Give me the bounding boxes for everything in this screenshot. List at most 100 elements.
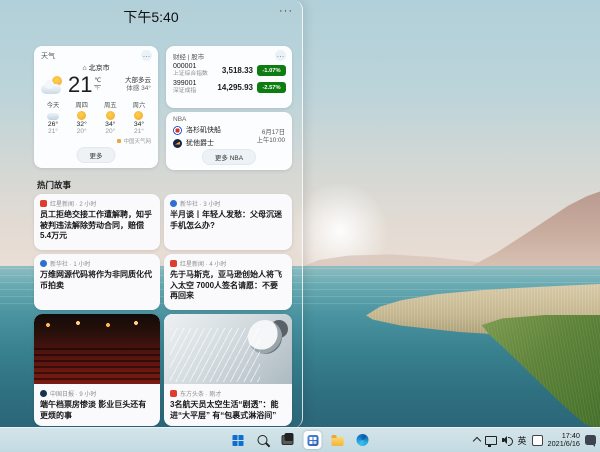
forecast-day-label: 今天 bbox=[41, 100, 65, 109]
volume-icon[interactable] bbox=[502, 436, 513, 445]
taskbar: 英 17:40 2021/6/16 bbox=[0, 427, 600, 452]
forecast-day[interactable]: 今天 26° 21° bbox=[41, 100, 65, 135]
widgets-panel: 下午5:40 ··· 天气 … ⌂ 北京市 21 ℃ ℉ bbox=[0, 0, 303, 428]
stock-change-badge: -2.57% bbox=[257, 82, 286, 93]
weather-widget[interactable]: 天气 … ⌂ 北京市 21 ℃ ℉ 大部多云 体感 34° bbox=[34, 46, 158, 168]
news-meta: 红星新闻 · 2 小时 bbox=[50, 199, 96, 208]
sunny-icon bbox=[77, 111, 86, 120]
news-card[interactable]: 中国日报 · 9 小时 端午档票房惨淡 影业巨头还有更烦的事 bbox=[34, 314, 160, 426]
windows-logo-icon bbox=[232, 435, 243, 446]
finance-title: 财经 | 股市 bbox=[173, 51, 204, 61]
edge-icon bbox=[357, 434, 369, 446]
stock-name: 上证综合指数 bbox=[173, 71, 208, 78]
clippers-logo-icon bbox=[173, 126, 182, 135]
news-meta: 新华社 · 3 小时 bbox=[180, 199, 220, 208]
redstar-news-icon bbox=[40, 200, 47, 207]
nba-widget[interactable]: NBA 洛杉矶快船 犹他爵士 6月17日 上午10:00 更 bbox=[166, 112, 292, 170]
cloudy-icon bbox=[47, 113, 59, 120]
notification-icon[interactable] bbox=[585, 435, 596, 445]
dongfang-toutiao-icon bbox=[170, 390, 177, 397]
fahrenheit-unit[interactable]: ℉ bbox=[94, 86, 101, 93]
feels-like: 体感 34° bbox=[125, 85, 151, 94]
news-headline[interactable]: 员工拒绝交接工作遭解聘，知乎被判违法解除劳动合同，赔偿5.4万元 bbox=[40, 210, 154, 242]
widgets-icon bbox=[307, 435, 318, 446]
nba-game-time: 上午10:00 bbox=[257, 137, 285, 145]
search-button[interactable] bbox=[254, 431, 272, 449]
folder-icon bbox=[332, 437, 344, 446]
news-meta: 东方头条 · 刚才 bbox=[180, 389, 221, 398]
news-card[interactable]: 新华社 · 3 小时 半月谈丨年轻人发愁：父母沉迷手机怎么办? bbox=[164, 194, 292, 250]
stock-row[interactable]: 399001 深证成指 14,295.93 -2.57% bbox=[166, 79, 292, 96]
jazz-logo-icon bbox=[173, 139, 182, 148]
stock-name: 深证成指 bbox=[173, 88, 196, 95]
home-icon: ⌂ bbox=[82, 65, 86, 72]
stock-change-badge: -1.07% bbox=[257, 65, 286, 76]
panel-more-button[interactable]: ··· bbox=[279, 4, 293, 18]
ime-language-indicator[interactable]: 英 bbox=[518, 434, 527, 447]
news-meta: 红星新闻 · 4 小时 bbox=[180, 259, 226, 268]
nba-team-row: 洛杉矶快船 bbox=[173, 125, 221, 135]
xinhua-icon bbox=[40, 260, 47, 267]
tray-clock[interactable]: 17:40 2021/6/16 bbox=[548, 432, 580, 449]
weather-provider-icon bbox=[117, 139, 121, 143]
forecast-low: 21° bbox=[41, 128, 65, 135]
task-view-icon bbox=[282, 435, 294, 445]
widgets-button[interactable] bbox=[304, 431, 322, 449]
news-card[interactable]: 新华社 · 1 小时 万维网源代码将作为非同质化代币拍卖 bbox=[34, 254, 160, 310]
stock-row[interactable]: 000001 上证综合指数 3,518.33 -1.07% bbox=[166, 62, 292, 79]
forecast-day-label: 周六 bbox=[127, 100, 151, 109]
ime-mode-icon[interactable] bbox=[532, 435, 543, 446]
finance-widget[interactable]: 财经 | 股市 … 000001 上证综合指数 3,518.33 -1.07% … bbox=[166, 46, 292, 108]
news-photo-cinema bbox=[34, 314, 160, 384]
nba-team-row: 犹他爵士 bbox=[173, 138, 221, 148]
hidden-icons-chevron[interactable] bbox=[472, 437, 480, 445]
news-meta: 新华社 · 1 小时 bbox=[50, 259, 90, 268]
nba-title: NBA bbox=[166, 112, 292, 123]
forecast-high: 26° bbox=[41, 121, 65, 128]
news-headline[interactable]: 万维网源代码将作为非同质化代币拍卖 bbox=[40, 270, 154, 291]
sunny-icon bbox=[134, 111, 143, 120]
file-explorer-button[interactable] bbox=[329, 431, 347, 449]
news-photo-shower bbox=[164, 314, 292, 384]
tray-date: 2021/6/16 bbox=[548, 440, 580, 449]
news-headline[interactable]: 半月谈丨年轻人发愁：父母沉迷手机怎么办? bbox=[170, 210, 286, 231]
news-card[interactable]: 东方头条 · 刚才 3名航天员太空生活“剧透”：能进“大平层” 有“包裹式淋浴间… bbox=[164, 314, 292, 426]
edge-button[interactable] bbox=[354, 431, 372, 449]
forecast-day[interactable]: 周五 34° 20° bbox=[98, 100, 122, 135]
news-headline[interactable]: 端午档票房惨淡 影业巨头还有更烦的事 bbox=[40, 400, 154, 421]
forecast-day-label: 周四 bbox=[70, 100, 94, 109]
forecast-day[interactable]: 周六 34° 21° bbox=[127, 100, 151, 135]
forecast-low: 20° bbox=[98, 128, 122, 135]
nba-game-date: 6月17日 bbox=[257, 129, 285, 137]
chinadaily-icon bbox=[40, 390, 47, 397]
forecast-high: 34° bbox=[98, 121, 122, 128]
stock-value: 14,295.93 bbox=[217, 83, 253, 92]
nba-team-name: 洛杉矶快船 bbox=[186, 125, 221, 135]
news-headline[interactable]: 3名航天员太空生活“剧透”：能进“大平层” 有“包裹式淋浴间” bbox=[170, 400, 286, 421]
finance-menu-button[interactable]: … bbox=[275, 50, 286, 61]
forecast-low: 21° bbox=[127, 128, 151, 135]
news-section-header: 热门故事 bbox=[37, 179, 71, 191]
forecast-day-label: 周五 bbox=[98, 100, 122, 109]
forecast-high: 32° bbox=[70, 121, 94, 128]
task-view-button[interactable] bbox=[279, 431, 297, 449]
weather-menu-button[interactable]: … bbox=[141, 50, 152, 61]
desktop: 下午5:40 ··· 天气 … ⌂ 北京市 21 ℃ ℉ bbox=[0, 0, 600, 452]
weather-title: 天气 bbox=[41, 51, 55, 61]
network-icon[interactable] bbox=[485, 436, 497, 445]
panel-clock: 下午5:40 bbox=[0, 7, 302, 27]
forecast-day[interactable]: 周四 32° 20° bbox=[70, 100, 94, 135]
celsius-unit[interactable]: ℃ bbox=[94, 78, 101, 86]
forecast-high: 34° bbox=[127, 121, 151, 128]
news-card[interactable]: 红星新闻 · 2 小时 员工拒绝交接工作遭解聘，知乎被判违法解除劳动合同，赔偿5… bbox=[34, 194, 160, 250]
weather-more-button[interactable]: 更多 bbox=[77, 147, 116, 163]
stock-code: 399001 bbox=[173, 80, 196, 88]
news-card[interactable]: 红星新闻 · 4 小时 先于马斯克，亚马逊创始人将飞入太空 7000人签名请愿：… bbox=[164, 254, 292, 310]
nba-more-button[interactable]: 更多 NBA bbox=[202, 149, 256, 165]
start-button[interactable] bbox=[229, 431, 247, 449]
forecast-row: 今天 26° 21° 周四 32° 20° 周五 34° 20° bbox=[34, 96, 158, 135]
news-headline[interactable]: 先于马斯克，亚马逊创始人将飞入太空 7000人签名请愿：不要再回来 bbox=[170, 270, 286, 302]
redstar-news-icon bbox=[170, 260, 177, 267]
weather-condition: 大部多云 bbox=[125, 77, 151, 86]
weather-attribution: 中国天气网 bbox=[34, 135, 158, 145]
